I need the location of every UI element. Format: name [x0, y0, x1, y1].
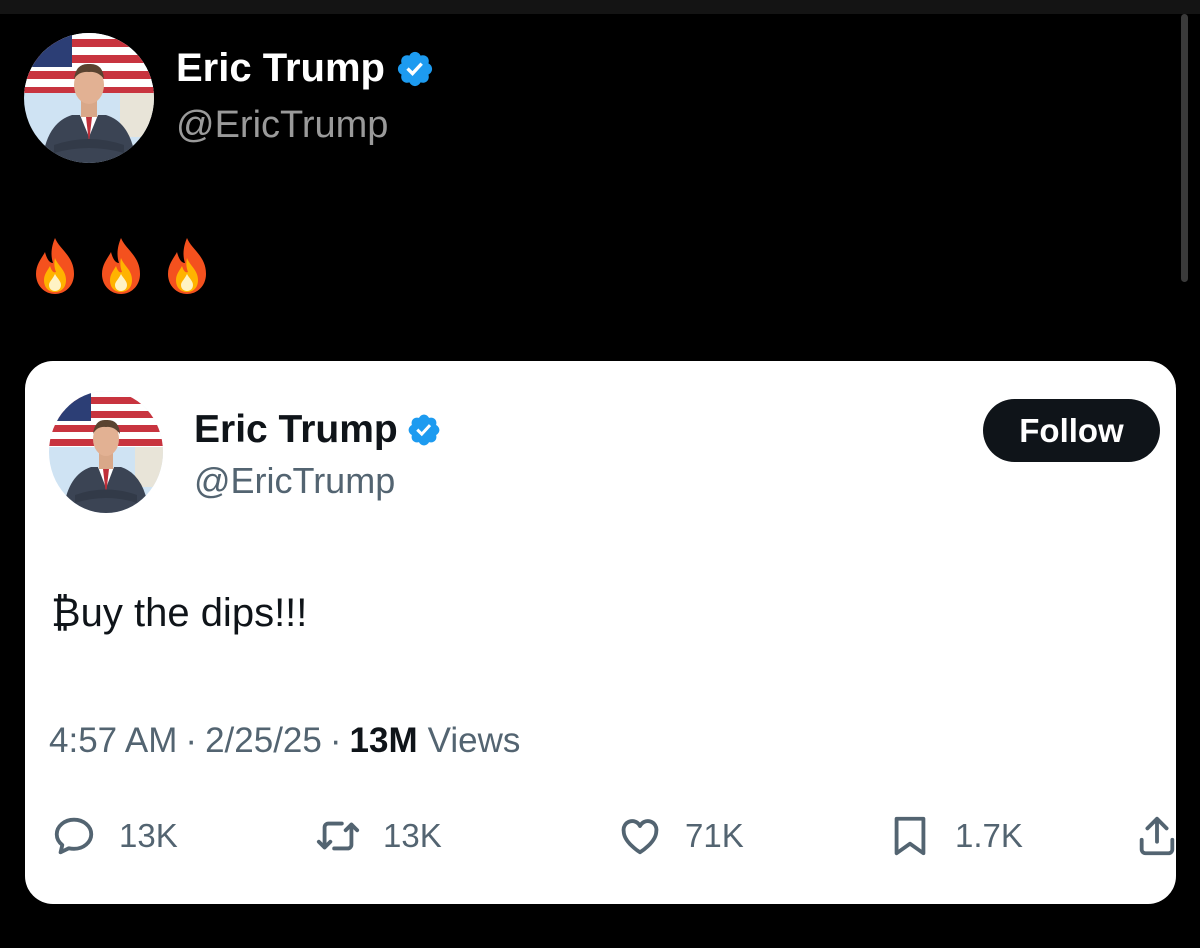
quoted-post-card[interactable]: Eric Trump @EricTrump Follow ₿uy the dip… — [25, 361, 1176, 904]
quoted-post-text: ₿uy the dips!!! — [51, 591, 308, 635]
quoted-author-name-text[interactable]: Eric Trump — [194, 408, 398, 452]
reply-button[interactable]: 13K — [51, 813, 178, 859]
bookmark-count: 1.7K — [955, 817, 1023, 854]
verified-badge-icon — [397, 51, 433, 86]
meta-separator: · — [329, 721, 342, 760]
reply-icon — [54, 817, 94, 855]
views-label: Views — [427, 721, 521, 760]
top-edge — [0, 0, 1200, 14]
outer-author-avatar[interactable] — [24, 33, 154, 163]
quoted-author-avatar[interactable] — [49, 391, 163, 513]
scrollbar[interactable] — [1181, 14, 1188, 282]
fire-emoji — [168, 238, 206, 294]
share-button[interactable] — [1134, 813, 1180, 859]
reply-count: 13K — [119, 817, 178, 854]
repost-button[interactable]: 13K — [315, 813, 442, 859]
outer-author-name-text[interactable]: Eric Trump — [176, 46, 385, 91]
outer-author-name[interactable]: Eric Trump — [176, 46, 435, 91]
like-count: 71K — [685, 817, 744, 854]
repost-count: 13K — [383, 817, 442, 854]
views-count: 13M — [349, 721, 418, 760]
share-icon — [1139, 816, 1175, 856]
post-time[interactable]: 4:57 AM — [49, 721, 177, 761]
post-date[interactable]: 2/25/25 — [205, 721, 322, 761]
like-icon — [621, 819, 659, 855]
follow-button[interactable]: Follow — [983, 399, 1160, 462]
fire-emoji — [36, 238, 74, 294]
outer-post-text — [30, 236, 212, 296]
like-button[interactable]: 71K — [617, 813, 744, 859]
post-metadata: 4:57 AM · 2/25/25 · 13M Views — [49, 721, 520, 761]
bookmark-button[interactable]: 1.7K — [887, 813, 1023, 859]
repost-icon — [316, 821, 360, 851]
bookmark-icon — [894, 816, 926, 856]
quoted-author-handle[interactable]: @EricTrump — [194, 460, 395, 502]
outer-author-handle[interactable]: @EricTrump — [176, 104, 388, 147]
action-bar: 13K 13K 71K 1.7K — [49, 813, 1179, 863]
meta-separator: · — [185, 721, 198, 760]
fire-emoji — [102, 238, 140, 294]
verified-badge-icon — [408, 414, 440, 446]
quoted-author-name[interactable]: Eric Trump — [194, 408, 442, 452]
